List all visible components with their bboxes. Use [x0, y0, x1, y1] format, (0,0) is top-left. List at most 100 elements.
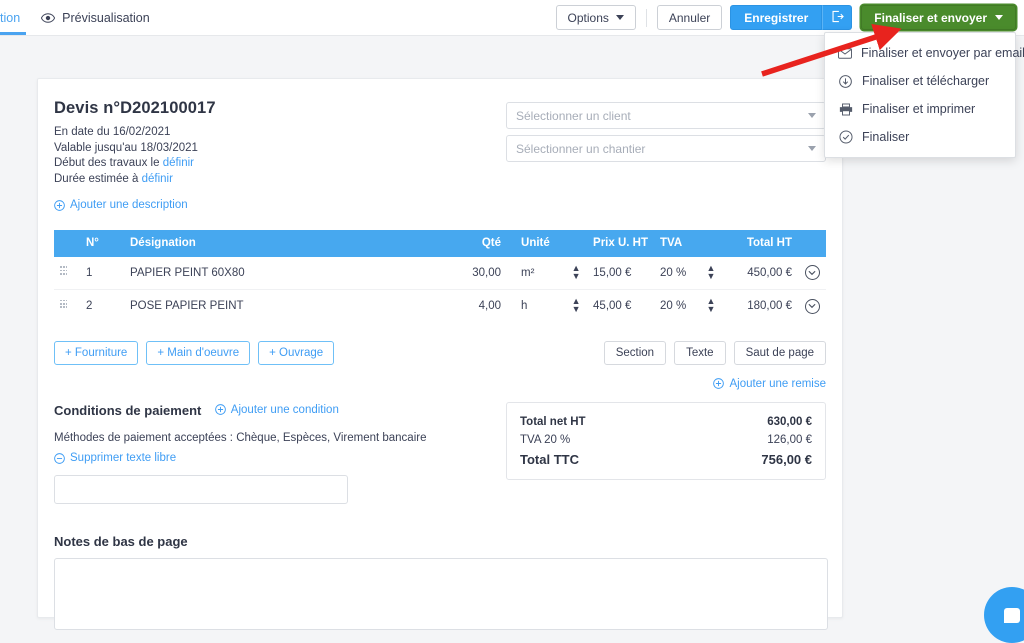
col-designation: Désignation: [124, 229, 446, 257]
row-unit[interactable]: h: [507, 290, 565, 323]
cancel-label: Annuler: [668, 10, 711, 25]
row-qty[interactable]: 4,00: [445, 290, 507, 323]
payment-methods-text: Méthodes de paiement acceptées : Chèque,…: [54, 432, 427, 444]
stepper-icon[interactable]: ▲ ▼: [707, 263, 716, 280]
tab-strip: tion Prévisualisation: [0, 0, 150, 35]
add-text-button[interactable]: Texte: [674, 340, 726, 365]
document-selects: Sélectionner un client Sélectionner un c…: [506, 99, 826, 216]
line-items-body: 1 PAPIER PEINT 60X80 30,00 m² ▲ ▼ 15,00 €…: [54, 256, 826, 323]
duration-link[interactable]: définir: [142, 173, 173, 185]
vat-row: TVA 20 % 126,00 €: [520, 431, 812, 449]
total-ttc-row: Total TTC 756,00 €: [520, 451, 812, 469]
options-label: Options: [567, 10, 609, 25]
document-meta: En date du 16/02/2021 Valable jusqu'au 1…: [54, 125, 216, 187]
plus-circle-icon: [54, 199, 65, 211]
add-description-button[interactable]: Ajouter une description: [54, 199, 188, 211]
menu-item-label: Finaliser et envoyer par email: [861, 46, 1024, 60]
payment-conditions-section: Conditions de paiement Ajouter une condi…: [54, 402, 427, 504]
chevron-down-circle-icon[interactable]: [804, 265, 820, 281]
col-total: Total HT: [722, 229, 798, 257]
chevron-down-circle-icon[interactable]: [804, 298, 820, 314]
save-button[interactable]: Enregistrer: [730, 5, 823, 30]
stepper-icon[interactable]: ▲ ▼: [707, 297, 716, 314]
menu-item-finalize[interactable]: Finaliser: [825, 123, 1015, 151]
row-vat-stepper[interactable]: ▲ ▼: [700, 290, 722, 323]
add-page-break-button[interactable]: Saut de page: [733, 340, 826, 365]
add-work-button[interactable]: + Ouvrage: [258, 340, 335, 365]
add-section-button[interactable]: Section: [603, 340, 667, 365]
table-row[interactable]: 2 POSE PAPIER PEINT 4,00 h ▲ ▼ 45,00 € 20…: [54, 290, 826, 323]
table-row[interactable]: 1 PAPIER PEINT 60X80 30,00 m² ▲ ▼ 15,00 €…: [54, 256, 826, 290]
options-button[interactable]: Options: [555, 5, 636, 30]
row-designation[interactable]: POSE PAPIER PEINT: [124, 290, 445, 323]
menu-item-label: Finaliser et télécharger: [862, 74, 990, 88]
chat-widget-button[interactable]: [984, 587, 1024, 643]
drag-handle-cell[interactable]: [54, 256, 80, 290]
menu-item-finalize-download[interactable]: Finaliser et télécharger: [825, 67, 1015, 95]
remove-free-text-button[interactable]: Supprimer texte libre: [54, 452, 427, 467]
drag-handle-cell[interactable]: [54, 290, 80, 323]
row-expand-cell[interactable]: [798, 290, 826, 323]
works-start-link[interactable]: définir: [163, 157, 194, 169]
eye-icon: [41, 12, 56, 23]
col-unit-stepper: [565, 229, 588, 257]
tab-preview-label: Prévisualisation: [62, 10, 150, 25]
drag-handle-icon[interactable]: [60, 299, 68, 310]
row-unit-stepper[interactable]: ▲ ▼: [565, 290, 587, 323]
add-discount-button[interactable]: Ajouter une remise: [54, 378, 826, 393]
tab-preview[interactable]: Prévisualisation: [41, 0, 150, 35]
row-unit-price[interactable]: 15,00 €: [587, 256, 654, 290]
remove-free-text-label: Supprimer texte libre: [70, 452, 177, 464]
menu-item-label: Finaliser et imprimer: [862, 102, 976, 116]
finalize-label: Finaliser et envoyer: [874, 10, 987, 25]
menu-item-finalize-print[interactable]: Finaliser et imprimer: [825, 95, 1015, 123]
plus-circle-icon: [713, 378, 725, 389]
duration-line: Durée estimée à définir: [54, 172, 216, 188]
finalize-and-send-button[interactable]: Finaliser et envoyer: [861, 5, 1016, 30]
row-unit-stepper[interactable]: ▲ ▼: [565, 256, 588, 290]
save-and-exit-button[interactable]: [822, 5, 853, 30]
row-vat[interactable]: 20 %: [654, 256, 700, 290]
site-select[interactable]: Sélectionner un chantier: [506, 135, 826, 162]
works-start-line: Début des travaux le définir: [54, 156, 216, 172]
row-vat[interactable]: 20 %: [654, 290, 700, 323]
save-label: Enregistrer: [744, 10, 809, 25]
top-toolbar: tion Prévisualisation Options Annuler En…: [0, 0, 1024, 36]
footer-notes-input[interactable]: [54, 557, 828, 630]
row-designation[interactable]: PAPIER PEINT 60X80: [124, 256, 446, 290]
total-net-ht-value: 630,00 €: [767, 416, 812, 428]
cancel-button[interactable]: Annuler: [656, 5, 723, 30]
row-qty[interactable]: 30,00: [445, 256, 508, 290]
line-item-actions: + Fourniture + Main d'oeuvre + Ouvrage S…: [54, 340, 826, 365]
row-unit[interactable]: m²: [507, 256, 566, 290]
add-supply-button[interactable]: + Fourniture: [54, 340, 139, 365]
total-net-ht-label: Total net HT: [520, 416, 586, 428]
total-ttc-label: Total TTC: [520, 452, 579, 467]
line-items-table: N° Désignation Qté Unité Prix U. HT TVA …: [54, 229, 826, 323]
client-select[interactable]: Sélectionner un client: [506, 102, 826, 129]
toolbar-actions: Options Annuler Enregistrer Finaliser et…: [555, 5, 1016, 30]
check-circle-icon: [838, 130, 853, 144]
printer-icon: [838, 103, 853, 116]
row-unit-price[interactable]: 45,00 €: [587, 290, 654, 323]
row-vat-stepper[interactable]: ▲ ▼: [700, 256, 722, 290]
stepper-icon[interactable]: ▲ ▼: [572, 297, 581, 314]
add-condition-button[interactable]: Ajouter une condition: [214, 404, 339, 418]
add-labour-button[interactable]: + Main d'oeuvre: [146, 340, 251, 365]
site-select-value: Sélectionner un chantier: [516, 141, 646, 156]
row-expand-cell[interactable]: [798, 256, 826, 290]
menu-item-finalize-send-email[interactable]: Finaliser et envoyer par email: [825, 39, 1024, 67]
conditions-heading-row: Conditions de paiement Ajouter une condi…: [54, 402, 427, 420]
stepper-icon[interactable]: ▲ ▼: [572, 263, 581, 280]
conditions-and-totals: Conditions de paiement Ajouter une condi…: [54, 402, 826, 504]
drag-handle-icon[interactable]: [60, 266, 68, 276]
tab-active-partial[interactable]: tion: [0, 0, 27, 35]
col-vat: TVA: [654, 229, 700, 257]
free-text-input[interactable]: [54, 474, 348, 504]
vat-label: TVA 20 %: [520, 434, 571, 446]
total-ttc-value: 756,00 €: [761, 452, 812, 467]
add-description-label: Ajouter une description: [70, 199, 188, 211]
conditions-title: Conditions de paiement: [54, 403, 202, 418]
issue-date-line: En date du 16/02/2021: [54, 126, 171, 138]
works-start-prefix: Début des travaux le: [54, 157, 160, 169]
